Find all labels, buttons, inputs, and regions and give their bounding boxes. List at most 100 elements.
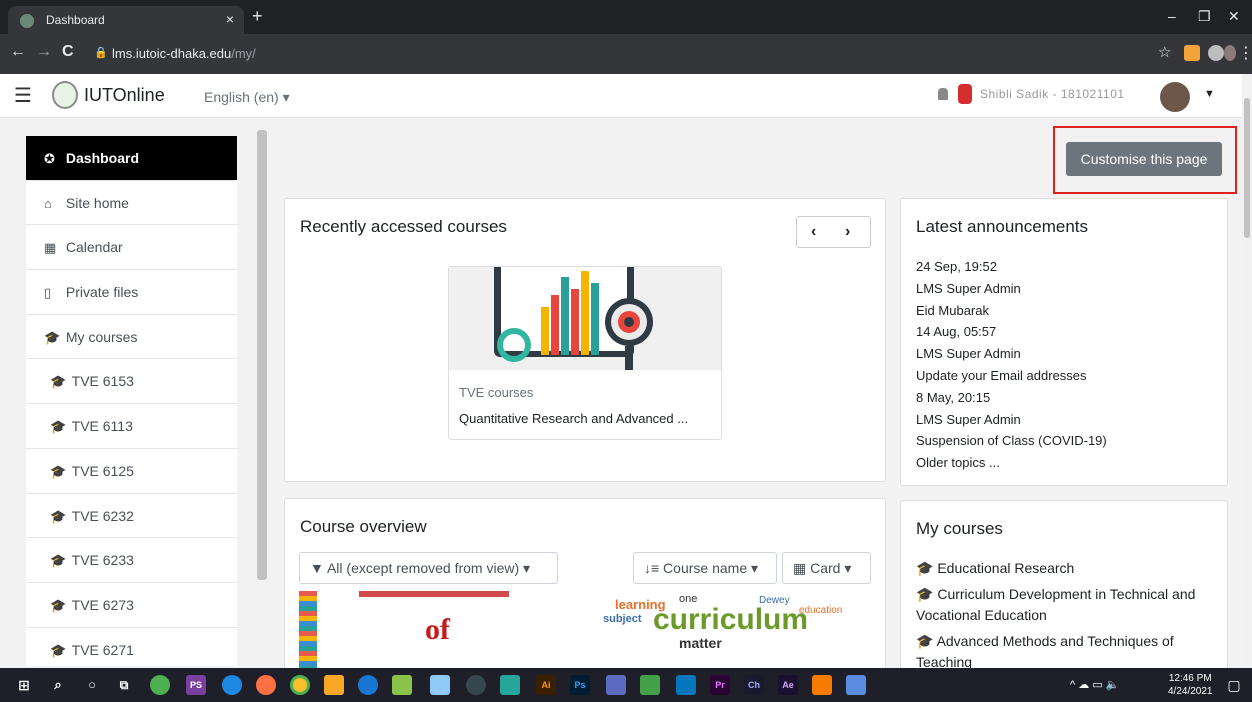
- back-icon[interactable]: ←: [10, 43, 26, 61]
- app-icon[interactable]: [500, 675, 520, 695]
- announcement-author[interactable]: LMS Super Admin: [916, 409, 1107, 431]
- page-scroll-thumb[interactable]: [1244, 98, 1250, 238]
- announcement-subject[interactable]: Suspension of Class (COVID-19): [916, 430, 1107, 452]
- course-card[interactable]: TVE courses Quantitative Research and Ad…: [448, 266, 722, 440]
- app-icon[interactable]: [846, 675, 866, 695]
- older-topics-link[interactable]: Older topics ...: [916, 452, 1107, 474]
- url-path: /my/: [231, 46, 256, 61]
- graduation-cap-icon: 🎓: [916, 560, 938, 576]
- app-icon[interactable]: [430, 675, 450, 695]
- app-icon[interactable]: [606, 675, 626, 695]
- my-course-item[interactable]: 🎓 Educational Research: [916, 558, 1214, 579]
- course-image[interactable]: [449, 267, 721, 370]
- sidebar-item-private-files[interactable]: ▯ Private files: [26, 270, 237, 315]
- drawer-scrollbar[interactable]: [255, 120, 269, 670]
- app-icon[interactable]: PS: [186, 675, 206, 695]
- hamburger-menu-icon[interactable]: ☰: [14, 83, 32, 108]
- extension-icon[interactable]: [1184, 45, 1200, 61]
- app-icon[interactable]: [466, 675, 486, 695]
- avatar[interactable]: [1160, 82, 1190, 112]
- sidebar-item-label: Site home: [65, 194, 129, 211]
- sidebar-item-dashboard[interactable]: ✪ Dashboard: [26, 136, 237, 181]
- browser-tab[interactable]: Dashboard ×: [8, 6, 244, 34]
- restore-icon[interactable]: ❐: [1198, 8, 1211, 25]
- sidebar-item-label: Dashboard: [65, 150, 140, 166]
- notification-bell-icon[interactable]: [938, 88, 948, 100]
- sort-dropdown[interactable]: ↓≡ Course name ▾: [633, 552, 777, 584]
- app-icon[interactable]: [392, 675, 412, 695]
- after-effects-icon[interactable]: Ae: [778, 675, 798, 695]
- graduation-cap-icon: 🎓: [916, 633, 937, 649]
- app-icon[interactable]: [640, 675, 660, 695]
- sidebar-item-course[interactable]: 🎓 TVE 6153: [26, 359, 237, 405]
- sidebar-item-course[interactable]: 🎓 TVE 6273: [26, 583, 237, 628]
- my-course-item[interactable]: 🎓 Curriculum Development in Technical an…: [916, 584, 1214, 626]
- course-thumbnail-2[interactable]: learning one Dewey education subject cur…: [599, 591, 871, 668]
- taskbar-clock[interactable]: 12:46 PM 4/24/2021: [1168, 672, 1213, 698]
- my-course-link[interactable]: Advanced Methods and Techniques of Teach…: [916, 633, 1174, 670]
- minimize-icon[interactable]: –: [1168, 8, 1176, 24]
- sidebar-item-course[interactable]: 🎓 TVE 6232: [26, 494, 237, 539]
- tab-close-icon[interactable]: ×: [226, 11, 234, 27]
- address-bar[interactable]: 🔒 lms.iutoic-dhaka.edu/my/: [90, 41, 1140, 67]
- sidebar-item-site-home[interactable]: ⌂ Site home: [26, 181, 237, 226]
- puzzle-extensions-icon[interactable]: [1208, 45, 1224, 61]
- app-icon[interactable]: [676, 675, 696, 695]
- drawer-scroll-thumb[interactable]: [257, 130, 267, 580]
- my-course-link[interactable]: Educational Research: [937, 560, 1074, 576]
- photoshop-icon[interactable]: Ps: [570, 675, 590, 695]
- user-name[interactable]: Shibli Sadik - 181021101: [980, 87, 1125, 101]
- course-thumbnail-1[interactable]: of: [299, 591, 571, 668]
- view-mode-dropdown[interactable]: ▦ Card ▾: [782, 552, 871, 584]
- sidebar-item-my-courses[interactable]: 🎓 My courses: [26, 315, 237, 360]
- premiere-icon[interactable]: Pr: [710, 675, 730, 695]
- profile-avatar-icon[interactable]: [1224, 45, 1236, 61]
- title-stripe: [359, 591, 509, 597]
- announcement-subject[interactable]: Eid Mubarak: [916, 300, 1107, 322]
- chevron-down-icon[interactable]: ▼: [1204, 88, 1215, 100]
- sidebar-item-course[interactable]: 🎓 TVE 6113: [26, 404, 237, 449]
- sidebar-item-calendar[interactable]: ▦ Calendar: [26, 225, 237, 271]
- iut-logo-icon[interactable]: [52, 81, 78, 109]
- task-view-icon[interactable]: ⧉: [114, 675, 134, 695]
- language-selector[interactable]: English (en) ▾: [204, 89, 290, 106]
- site-brand[interactable]: IUTOnline: [84, 85, 165, 106]
- edge-icon[interactable]: [222, 675, 242, 695]
- illustrator-icon[interactable]: Ai: [536, 675, 556, 695]
- reload-icon[interactable]: C: [62, 43, 74, 61]
- close-window-icon[interactable]: ✕: [1228, 8, 1240, 25]
- my-course-link[interactable]: Curriculum Development in Technical and …: [916, 586, 1195, 623]
- messages-icon[interactable]: [958, 84, 972, 104]
- app-icon[interactable]: [812, 675, 832, 695]
- page-scrollbar[interactable]: [1242, 74, 1252, 668]
- notification-center-icon[interactable]: ▢: [1224, 675, 1244, 695]
- bookmark-star-icon[interactable]: ☆: [1158, 43, 1171, 61]
- skype-icon[interactable]: [358, 675, 378, 695]
- next-icon[interactable]: ›: [845, 223, 850, 241]
- prev-icon[interactable]: ‹: [811, 223, 816, 241]
- sidebar-item-course[interactable]: 🎓 TVE 6125: [26, 449, 237, 494]
- announcement-author[interactable]: LMS Super Admin: [916, 343, 1107, 365]
- search-icon[interactable]: ⌕: [48, 675, 68, 695]
- graduation-cap-icon: 🎓: [44, 329, 61, 345]
- course-name-link[interactable]: Quantitative Research and Advanced ...: [459, 411, 688, 426]
- clock-date: 4/24/2021: [1168, 686, 1213, 697]
- user-menu[interactable]: Shibli Sadik - 181021101 ▼: [938, 82, 1228, 112]
- windows-start-icon[interactable]: ⊞: [14, 675, 34, 695]
- my-course-item[interactable]: 🎓 Advanced Methods and Techniques of Tea…: [916, 631, 1214, 673]
- app-icon[interactable]: [150, 675, 170, 695]
- system-tray-icons[interactable]: ^ ☁ ▭ 🔈: [1070, 675, 1160, 695]
- character-animator-icon[interactable]: Ch: [744, 675, 764, 695]
- sidebar-item-course[interactable]: 🎓 TVE 6233: [26, 538, 237, 583]
- firefox-icon[interactable]: [256, 675, 276, 695]
- chrome-icon[interactable]: [290, 675, 310, 695]
- browser-menu-icon[interactable]: ⋮: [1238, 43, 1252, 63]
- grouping-filter-dropdown[interactable]: ▼ All (except removed from view) ▾: [299, 552, 558, 584]
- forward-icon[interactable]: →: [36, 43, 52, 61]
- cortana-icon[interactable]: ○: [82, 675, 102, 695]
- sidebar-item-course[interactable]: 🎓 TVE 6271: [26, 628, 237, 666]
- new-tab-button[interactable]: +: [252, 6, 263, 27]
- announcement-subject[interactable]: Update your Email addresses: [916, 365, 1107, 387]
- announcement-author[interactable]: LMS Super Admin: [916, 278, 1107, 300]
- file-explorer-icon[interactable]: [324, 675, 344, 695]
